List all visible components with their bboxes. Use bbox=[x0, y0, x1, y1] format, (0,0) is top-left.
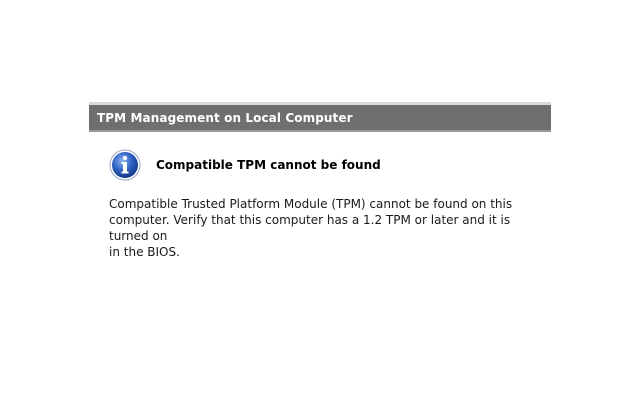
message-heading: Compatible TPM cannot be found bbox=[156, 158, 381, 172]
message-body: Compatible Trusted Platform Module (TPM)… bbox=[109, 196, 529, 260]
message-body-line: Compatible Trusted Platform Module (TPM)… bbox=[109, 197, 513, 211]
panel-title: TPM Management on Local Computer bbox=[97, 110, 353, 125]
message-body-line: in the BIOS. bbox=[109, 245, 180, 259]
tpm-management-page: TPM Management on Local Computer Compati… bbox=[0, 0, 640, 400]
panel-header: TPM Management on Local Computer bbox=[89, 102, 551, 132]
status-message-row: Compatible TPM cannot be found bbox=[109, 149, 381, 181]
message-body-line: computer. Verify that this computer has … bbox=[109, 213, 511, 243]
tpm-panel: TPM Management on Local Computer Compati… bbox=[89, 102, 551, 259]
info-icon bbox=[109, 149, 141, 181]
